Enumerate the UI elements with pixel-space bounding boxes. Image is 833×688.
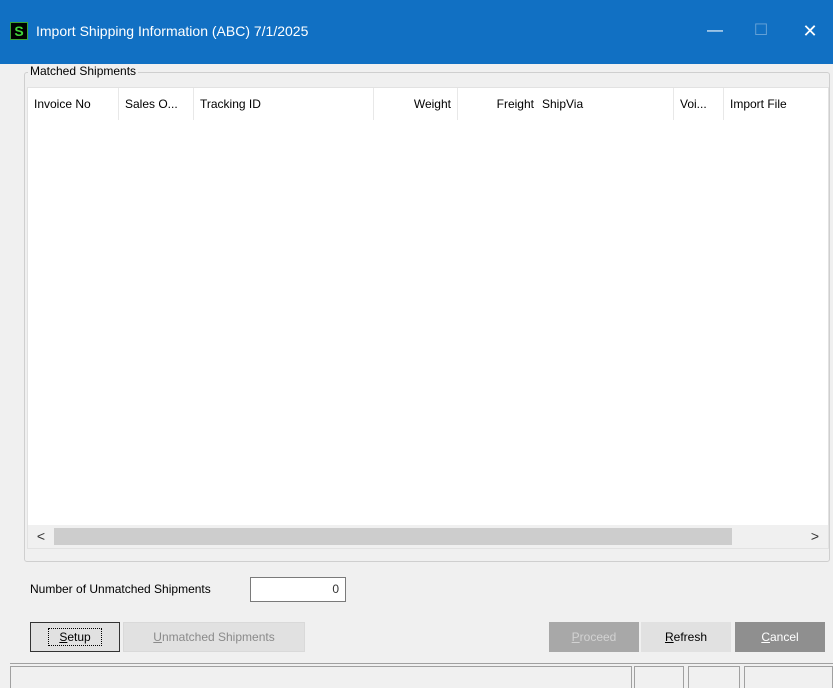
setup-button-label: Setup [48,628,102,646]
scroll-right-arrow-icon[interactable]: > [804,525,826,548]
grid-header: Invoice No Sales O... Tracking ID Weight… [28,88,828,120]
unmatched-shipments-label: Number of Unmatched Shipments [30,582,211,596]
title-bar: S Import Shipping Information (ABC) 7/1/… [0,0,833,64]
cancel-button[interactable]: Cancel [735,622,825,652]
window-title: Import Shipping Information (ABC) 7/1/20… [36,23,309,39]
column-header-weight[interactable]: Weight [374,88,458,120]
column-header-tracking-id[interactable]: Tracking ID [194,88,374,120]
column-header-sales-order[interactable]: Sales O... [119,88,194,120]
column-header-invoice-no[interactable]: Invoice No [28,88,119,120]
scrollbar-thumb[interactable] [54,528,732,545]
column-header-void[interactable]: Voi... [674,88,724,120]
refresh-button[interactable]: Refresh [641,622,731,652]
unmatched-shipments-button[interactable]: Unmatched Shipments [123,622,305,652]
maximize-button[interactable]: ☐ [738,14,784,48]
proceed-button[interactable]: Proceed [549,622,639,652]
status-pane-3 [688,666,740,688]
column-header-shipvia[interactable]: ShipVia [536,88,674,120]
matched-shipments-grid[interactable]: Invoice No Sales O... Tracking ID Weight… [27,87,829,549]
close-button[interactable]: ✕ [787,14,833,48]
scroll-left-arrow-icon[interactable]: < [30,525,52,548]
setup-button[interactable]: Setup [30,622,120,652]
status-pane-4 [744,666,833,688]
sage-app-icon: S [10,22,28,40]
status-pane-2 [634,666,684,688]
status-pane-main [10,666,632,688]
minimize-button[interactable]: — [692,14,738,48]
matched-shipments-label: Matched Shipments [28,64,139,78]
status-bar [10,663,833,688]
column-header-freight[interactable]: Freight [458,88,540,120]
unmatched-shipments-count: 0 [250,577,346,602]
horizontal-scrollbar[interactable]: < > [28,525,828,548]
column-header-import-file[interactable]: Import File [724,88,828,120]
